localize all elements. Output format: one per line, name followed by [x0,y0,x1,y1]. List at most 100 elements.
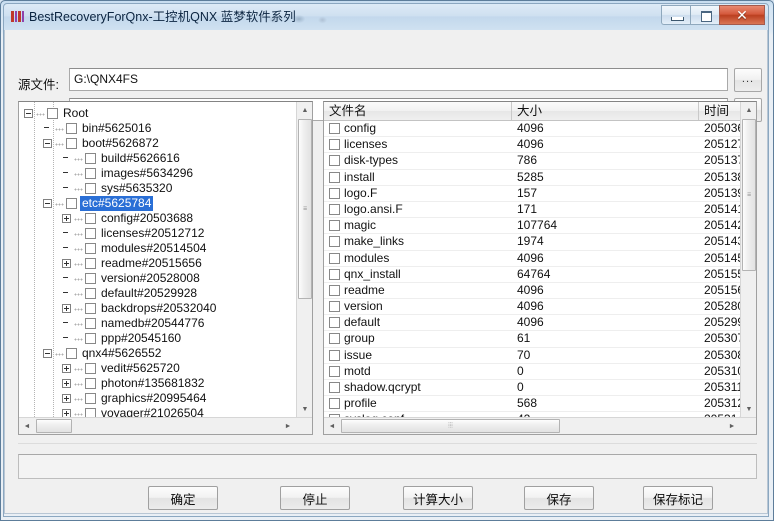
file-row-checkbox[interactable] [329,317,340,328]
collapse-icon[interactable] [24,109,33,118]
minimize-button[interactable] [661,5,690,25]
file-list-row[interactable]: version40962052800 [324,299,740,315]
file-list-row[interactable]: group612053070 [324,331,740,347]
tree-node[interactable]: boot#5626872 [19,136,296,151]
list-hscroll-thumb[interactable]: ⦙⦙⦙ [341,419,560,433]
file-list-row[interactable]: default40962052993 [324,315,740,331]
tree-node[interactable]: modules#20514504 [19,241,296,256]
file-list-row[interactable]: readme40962051565 [324,283,740,299]
file-list-row[interactable]: issue702053088 [324,348,740,364]
expand-icon[interactable] [62,394,71,403]
tree-vertical-scrollbar[interactable]: ▲ ≡ ▼ [296,102,312,434]
tree-node-checkbox[interactable] [47,108,58,119]
tree-node-checkbox[interactable] [85,258,96,269]
tree-scroll-left-arrow[interactable]: ◄ [19,418,35,434]
tree-node[interactable]: vedit#5625720 [19,361,296,376]
file-list-row[interactable]: make_links19742051433 [324,234,740,250]
tree-node-checkbox[interactable] [66,348,77,359]
collapse-icon[interactable] [43,139,52,148]
tree-node[interactable]: photon#135681832 [19,376,296,391]
close-button[interactable]: ✕ [719,5,765,25]
tree-node-checkbox[interactable] [85,228,96,239]
tree-node-checkbox[interactable] [85,408,96,417]
tree-node[interactable]: qnx4#5626552 [19,346,296,361]
file-row-checkbox[interactable] [329,398,340,409]
file-list-row[interactable]: magic1077642051424 [324,218,740,234]
tree-node[interactable]: graphics#20995464 [19,391,296,406]
list-scroll-right-arrow[interactable]: ► [724,418,740,434]
collapse-icon[interactable] [43,199,52,208]
file-row-checkbox[interactable] [329,269,340,280]
tree-node[interactable]: Root [19,106,296,121]
expand-icon[interactable] [62,379,71,388]
tree-node-checkbox[interactable] [85,333,96,344]
tree-node[interactable]: licenses#20512712 [19,226,296,241]
column-header-time[interactable]: 时间 [699,102,742,120]
file-list-row[interactable]: logo.F1572051399 [324,186,740,202]
tree-node[interactable]: etc#5625784 [19,196,296,211]
collapse-icon[interactable] [43,349,52,358]
tree-node[interactable]: backdrops#20532040 [19,301,296,316]
tree-node[interactable]: voyager#21026504 [19,406,296,417]
file-row-checkbox[interactable] [329,301,340,312]
file-list-row[interactable]: qnx_install647642051553 [324,267,740,283]
file-list-row[interactable]: motd02053101 [324,364,740,380]
file-list-body[interactable]: config40962050368licenses40962051273disk… [324,121,740,417]
file-row-checkbox[interactable] [329,188,340,199]
tree-node-checkbox[interactable] [85,378,96,389]
file-row-checkbox[interactable] [329,155,340,166]
file-row-checkbox[interactable] [329,350,340,361]
tree-scroll-up-arrow[interactable]: ▲ [297,102,313,118]
tree-scroll-right-arrow[interactable]: ► [280,418,296,434]
tree-node[interactable]: ppp#20545160 [19,331,296,346]
tree-node-checkbox[interactable] [85,393,96,404]
tree-node-checkbox[interactable] [85,183,96,194]
tree-node-checkbox[interactable] [85,273,96,284]
file-row-checkbox[interactable] [329,172,340,183]
save-button[interactable]: 保存 [524,486,594,510]
file-list-row[interactable]: modules40962051450 [324,251,740,267]
column-header-filename[interactable]: 文件名 [324,102,512,120]
list-scroll-thumb[interactable]: ≡ [742,119,756,271]
list-scroll-down-arrow[interactable]: ▼ [741,401,757,417]
expand-icon[interactable] [62,409,71,417]
expand-icon[interactable] [62,304,71,313]
tree-scroll-down-arrow[interactable]: ▼ [297,401,313,417]
tree-node[interactable]: build#5626616 [19,151,296,166]
tree-horizontal-scrollbar[interactable]: ◄ ► [19,417,312,434]
file-row-checkbox[interactable] [329,253,340,264]
tree-node-checkbox[interactable] [85,153,96,164]
list-scroll-left-arrow[interactable]: ◄ [324,418,340,434]
list-scroll-up-arrow[interactable]: ▲ [741,102,757,118]
file-row-checkbox[interactable] [329,139,340,150]
tree-node[interactable]: images#5634296 [19,166,296,181]
tree-node-checkbox[interactable] [66,198,77,209]
tree-node[interactable]: config#20503688 [19,211,296,226]
file-list-row[interactable]: profile5682053122 [324,396,740,412]
tree-node[interactable]: sys#5635320 [19,181,296,196]
calculate-size-button[interactable]: 计算大小 [403,486,473,510]
file-list-row[interactable]: shadow.qcrypt02053114 [324,380,740,396]
file-list-row[interactable]: config40962050368 [324,121,740,137]
tree-node-checkbox[interactable] [66,123,77,134]
file-list-row[interactable]: licenses40962051273 [324,137,740,153]
tree-node-checkbox[interactable] [85,243,96,254]
tree-node[interactable]: version#20528008 [19,271,296,286]
tree-node[interactable]: bin#5625016 [19,121,296,136]
tree-hscroll-thumb[interactable] [36,419,72,433]
tree-scroll-thumb[interactable]: ≡ [298,119,312,299]
file-row-checkbox[interactable] [329,236,340,247]
tree-node-checkbox[interactable] [66,138,77,149]
file-row-checkbox[interactable] [329,366,340,377]
save-mark-button[interactable]: 保存标记 [643,486,713,510]
tree-node[interactable]: readme#20515656 [19,256,296,271]
tree-node[interactable]: default#20529928 [19,286,296,301]
tree-node-checkbox[interactable] [85,288,96,299]
file-list-row[interactable]: disk-types7862051373 [324,153,740,169]
list-horizontal-scrollbar[interactable]: ◄ ⦙⦙⦙ ► [324,417,756,434]
tree-node-checkbox[interactable] [85,318,96,329]
file-row-checkbox[interactable] [329,333,340,344]
source-file-input[interactable]: G:\QNX4FS [69,68,728,91]
directory-tree[interactable]: Rootbin#5625016boot#5626872build#5626616… [19,102,296,417]
expand-icon[interactable] [62,364,71,373]
